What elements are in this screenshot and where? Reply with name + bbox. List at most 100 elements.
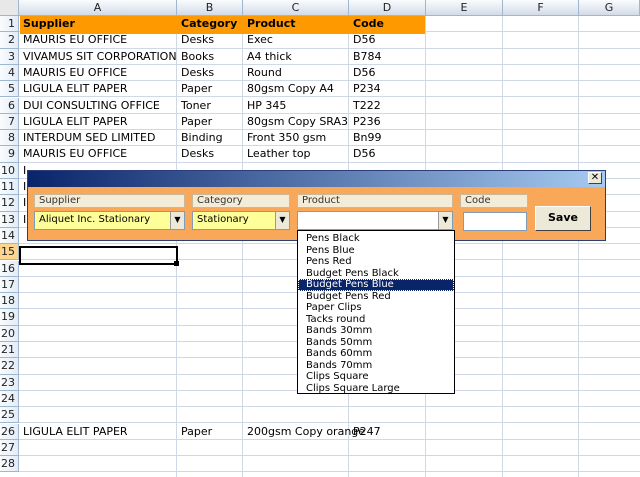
column-header-g[interactable]: G (579, 0, 640, 16)
row-header-6[interactable]: 6 (0, 97, 19, 114)
cell-supplier[interactable]: INTERDUM SED LIMITED (20, 130, 155, 146)
cell-category[interactable]: Desks (178, 146, 214, 162)
code-input[interactable] (463, 212, 527, 231)
cell-supplier[interactable]: MAURIS EU OFFICE (20, 32, 127, 48)
cell-supplier[interactable]: LIGULA ELIT PAPER (20, 424, 128, 440)
column-header-b[interactable]: B (177, 0, 243, 16)
cell-code[interactable]: D56 (350, 32, 375, 48)
cell-supplier-partial[interactable]: I (20, 212, 26, 228)
row-header-1[interactable]: 1 (0, 16, 19, 33)
cell-product[interactable]: A4 thick (244, 49, 292, 65)
cell-supplier[interactable]: MAURIS EU OFFICE (20, 146, 127, 162)
row-header-8[interactable]: 8 (0, 130, 19, 147)
row-header-23[interactable]: 23 (0, 374, 19, 391)
cell-code[interactable]: D56 (350, 65, 375, 81)
cell-supplier[interactable]: Supplier (20, 16, 75, 33)
dropdown-item[interactable]: Bands 70mm (298, 360, 454, 372)
cell-product[interactable]: 80gsm Copy SRA3 (244, 114, 348, 130)
row-header-22[interactable]: 22 (0, 358, 19, 375)
row-header-24[interactable]: 24 (0, 390, 19, 408)
cell-supplier[interactable]: MAURIS EU OFFICE (20, 65, 127, 81)
row-header-27[interactable]: 27 (0, 439, 19, 457)
select-all-corner[interactable] (0, 0, 19, 16)
cell-category[interactable]: Paper (178, 81, 212, 97)
dropdown-item[interactable]: Budget Pens Blue (298, 279, 454, 291)
cell-code[interactable]: P234 (350, 81, 381, 97)
cell-supplier[interactable]: DUI CONSULTING OFFICE (20, 98, 160, 114)
row-header-4[interactable]: 4 (0, 64, 19, 82)
dropdown-item[interactable]: Pens Red (298, 256, 454, 268)
cell-category[interactable]: Category (178, 16, 238, 33)
dropdown-item[interactable]: Tacks round (298, 314, 454, 326)
cell-supplier-partial[interactable]: I (20, 195, 26, 211)
cell-product[interactable]: 80gsm Copy A4 (244, 81, 334, 97)
cell-code[interactable]: T222 (350, 98, 381, 114)
fill-handle[interactable] (174, 261, 179, 266)
row-header-3[interactable]: 3 (0, 48, 19, 65)
column-header-c[interactable]: C (243, 0, 349, 16)
row-header-15[interactable]: 15 (0, 244, 19, 261)
row-header-18[interactable]: 18 (0, 293, 19, 310)
cell-supplier-partial[interactable]: I (20, 163, 26, 179)
chevron-down-icon[interactable]: ▼ (275, 212, 289, 229)
cell-supplier-partial[interactable]: I (20, 179, 26, 195)
row-header-25[interactable]: 25 (0, 407, 19, 424)
column-header-a[interactable]: A (19, 0, 177, 16)
row-header-10[interactable]: 10 (0, 162, 19, 179)
cell-code[interactable]: Bn99 (350, 130, 382, 146)
row-header-13[interactable]: 13 (0, 211, 19, 228)
cell-code[interactable]: P247 (350, 424, 381, 440)
close-button[interactable]: ✕ (588, 172, 602, 184)
chevron-down-icon[interactable]: ▼ (170, 212, 184, 229)
cell-category[interactable]: Desks (178, 32, 214, 48)
dropdown-item[interactable]: Clips Square (298, 371, 454, 383)
product-dropdown-list[interactable]: Pens Black Pens Blue Pens Red Budget Pens B… (297, 230, 455, 394)
chevron-down-icon[interactable]: ▼ (438, 212, 452, 229)
cell-supplier[interactable]: VIVAMUS SIT CORPORATION (20, 49, 177, 65)
dropdown-item[interactable]: Clips Square Large (298, 383, 454, 395)
cell-supplier[interactable]: LIGULA ELIT PAPER (20, 114, 128, 130)
dropdown-item[interactable]: Paper Clips (298, 302, 454, 314)
row-header-5[interactable]: 5 (0, 81, 19, 98)
cell-category[interactable]: Books (178, 49, 214, 65)
cell-category[interactable]: Paper (178, 114, 212, 130)
cell-product[interactable]: Round (244, 65, 282, 81)
dropdown-item[interactable]: Bands 60mm (298, 348, 454, 360)
row-header-21[interactable]: 21 (0, 342, 19, 359)
active-cell-a15[interactable] (19, 246, 178, 265)
dropdown-item[interactable]: Budget Pens Red (298, 291, 454, 303)
category-combobox[interactable]: Stationary ▼ (192, 211, 290, 230)
cell-product[interactable]: Product (244, 16, 296, 33)
row-header-11[interactable]: 11 (0, 179, 19, 196)
row-header-20[interactable]: 20 (0, 325, 19, 342)
product-combobox[interactable]: ▼ (297, 211, 453, 230)
dropdown-item[interactable]: Pens Black (298, 233, 454, 245)
cell-code[interactable]: P236 (350, 114, 381, 130)
cell-supplier[interactable]: LIGULA ELIT PAPER (20, 81, 128, 97)
cell-code[interactable]: D56 (350, 146, 375, 162)
row-header-9[interactable]: 9 (0, 146, 19, 163)
cell-product[interactable]: 200gsm Copy orange (244, 424, 365, 440)
cell-product[interactable]: Front 350 gsm (244, 130, 326, 146)
row-header-12[interactable]: 12 (0, 195, 19, 212)
dropdown-item[interactable]: Pens Blue (298, 245, 454, 257)
row-header-2[interactable]: 2 (0, 32, 19, 49)
column-header-e[interactable]: E (426, 0, 503, 16)
cell-category[interactable]: Binding (178, 130, 223, 146)
save-button[interactable]: Save (535, 206, 591, 231)
cell-code[interactable]: B784 (350, 49, 382, 65)
cell-code[interactable]: Code (350, 16, 384, 33)
column-header-d[interactable]: D (349, 0, 426, 16)
dropdown-item[interactable]: Budget Pens Black (298, 268, 454, 280)
row-header-14[interactable]: 14 (0, 227, 19, 245)
cell-category[interactable]: Paper (178, 424, 212, 440)
dropdown-item[interactable]: Bands 30mm (298, 325, 454, 337)
row-header-28[interactable]: 28 (0, 456, 19, 473)
cell-product[interactable]: Leather top (244, 146, 311, 162)
cell-category[interactable]: Desks (178, 65, 214, 81)
row-header-19[interactable]: 19 (0, 309, 19, 326)
supplier-combobox[interactable]: Aliquet Inc. Stationary ▼ (34, 211, 185, 230)
dropdown-item[interactable]: Bands 50mm (298, 337, 454, 349)
column-header-f[interactable]: F (503, 0, 579, 16)
cell-category[interactable]: Toner (178, 98, 211, 114)
